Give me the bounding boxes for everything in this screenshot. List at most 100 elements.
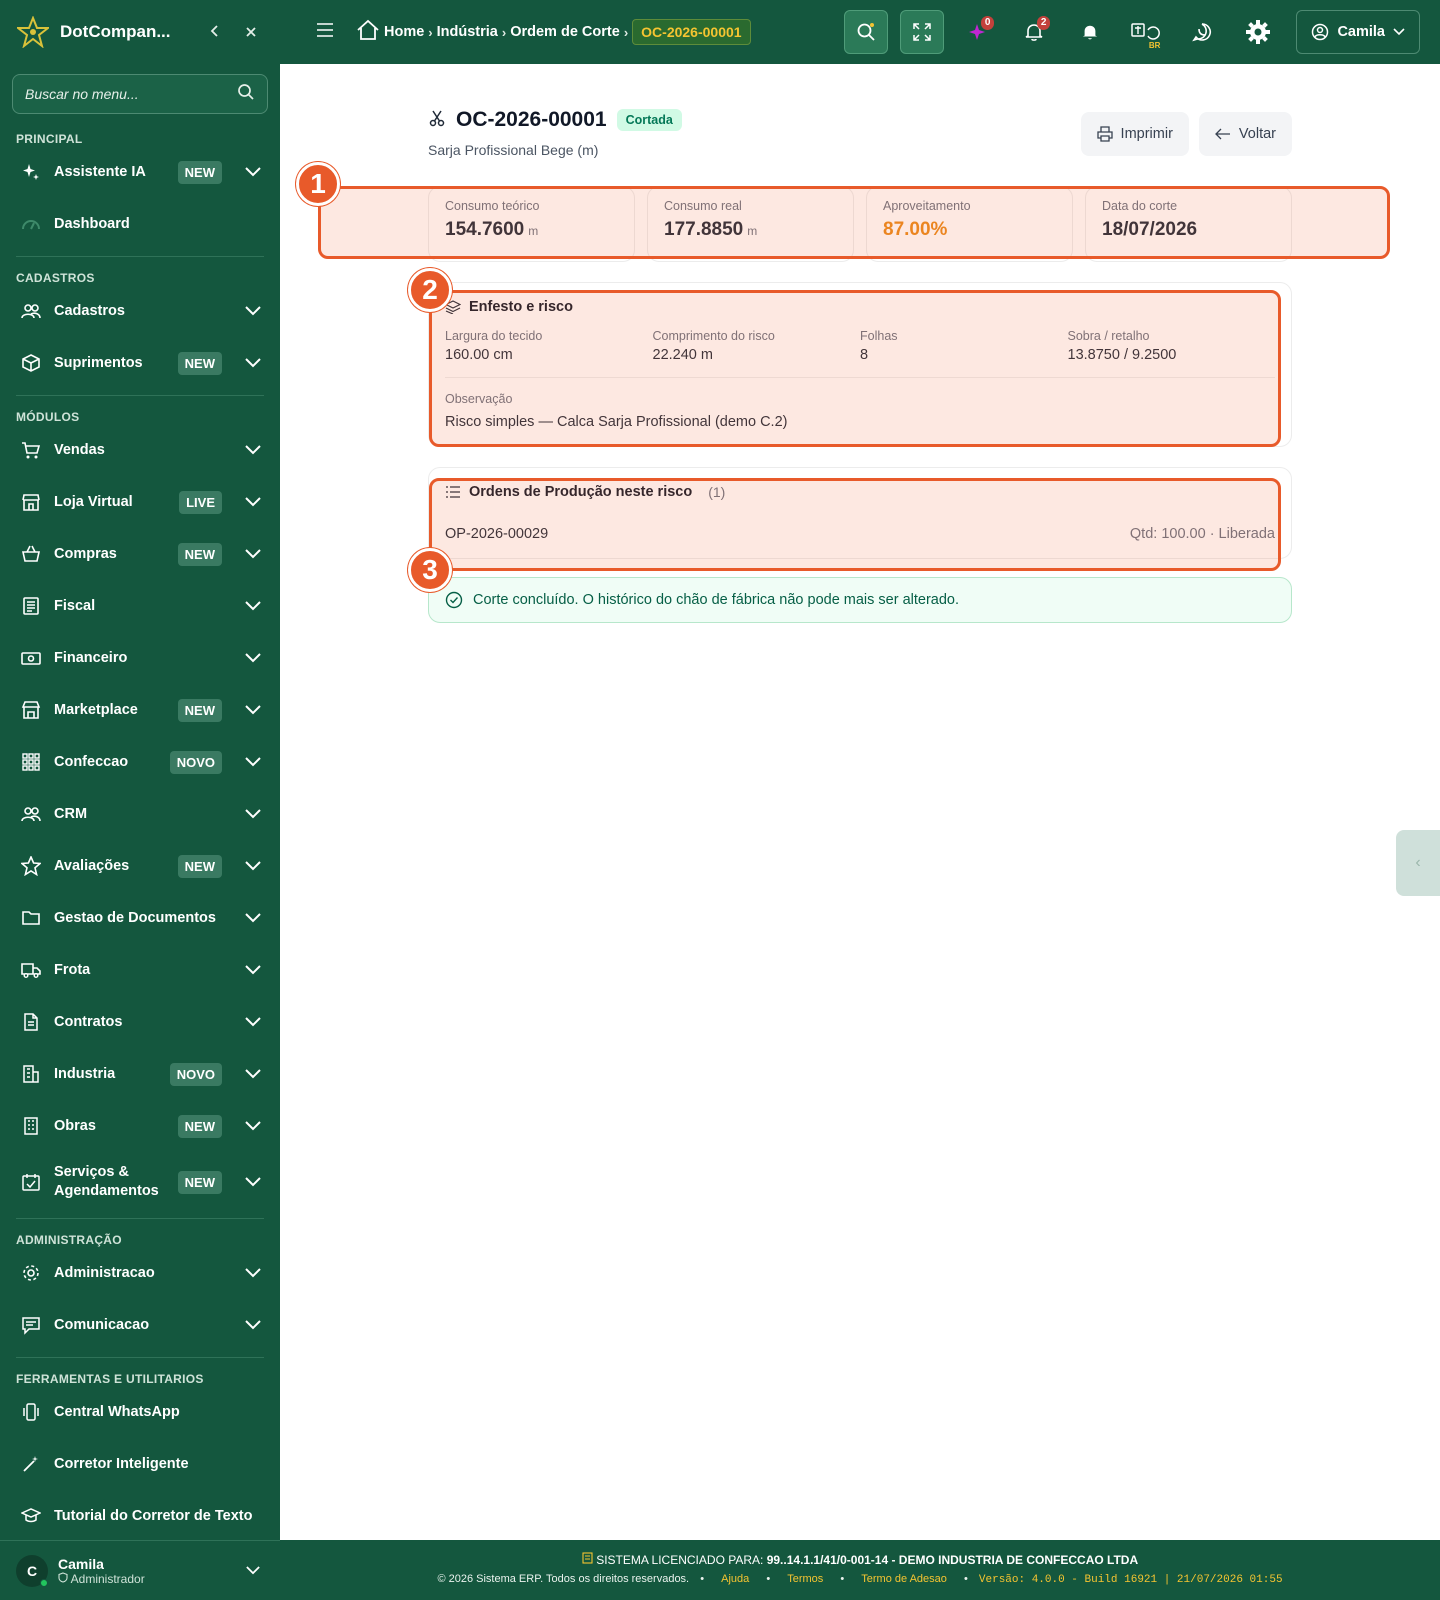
sidebar-header: DotCompan... xyxy=(0,0,280,64)
chevron-down-icon[interactable] xyxy=(242,1314,264,1336)
chevron-down-icon[interactable] xyxy=(242,803,264,825)
settings-button[interactable] xyxy=(1236,10,1280,54)
language-code: BR xyxy=(1148,41,1161,50)
footer-link-termo-adesao[interactable]: Termo de Adesao xyxy=(861,1573,947,1585)
close-sidebar-icon[interactable] xyxy=(238,22,264,43)
chevron-down-icon[interactable] xyxy=(242,959,264,981)
chevron-down-icon[interactable] xyxy=(242,647,264,669)
breadcrumb-industria[interactable]: Indústria xyxy=(437,24,498,40)
sidebar-item-compras[interactable]: Compras NEW xyxy=(0,528,280,580)
sidebar-item-tutorial-corretor[interactable]: Tutorial do Corretor de Texto xyxy=(0,1490,280,1542)
sidebar-item-avaliacoes[interactable]: Avaliações NEW xyxy=(0,840,280,892)
user-menu-button[interactable]: Camila xyxy=(1296,10,1420,54)
print-button[interactable]: Imprimir xyxy=(1080,112,1189,156)
sidebar-item-label: Tutorial do Corretor de Texto xyxy=(54,1507,253,1524)
sidebar-item-dashboard[interactable]: Dashboard xyxy=(0,198,280,250)
user-role-label: Administrador xyxy=(70,1571,145,1586)
chevron-down-icon[interactable] xyxy=(242,1262,264,1284)
breadcrumb-ordem-de-corte[interactable]: Ordem de Corte xyxy=(510,24,620,40)
sidebar-item-confeccao[interactable]: Confeccao NOVO xyxy=(0,736,280,788)
sidebar-item-label: Gestao de Documentos xyxy=(54,909,216,926)
chevron-down-icon[interactable] xyxy=(242,1115,264,1137)
chevron-down-icon[interactable] xyxy=(242,595,264,617)
license-holder: 99..14.1.1/41/0-001-14 - DEMO INDUSTRIA … xyxy=(766,1553,1139,1567)
shopping-cart-icon xyxy=(20,439,42,461)
hamburger-menu-icon[interactable] xyxy=(316,22,334,42)
user-name: Camila xyxy=(58,1555,104,1572)
home-icon[interactable] xyxy=(356,19,380,45)
chevron-down-icon[interactable] xyxy=(242,352,264,374)
search-icon[interactable] xyxy=(237,83,255,106)
ai-assistant-button[interactable]: 0 xyxy=(956,10,1000,54)
sidebar-item-suprimentos[interactable]: Suprimentos NEW xyxy=(0,337,280,389)
live-badge: LIVE xyxy=(179,490,222,514)
sidebar-user[interactable]: C Camila Administrador xyxy=(0,1540,280,1600)
main-content: OC-2026-00001 Cortada Sarja Profissional… xyxy=(280,64,1440,1540)
chevron-down-icon[interactable] xyxy=(242,1011,264,1033)
sidebar-item-corretor-inteligente[interactable]: Corretor Inteligente xyxy=(0,1438,280,1490)
footer-link-termos[interactable]: Termos xyxy=(787,1573,823,1585)
sidebar-item-label: Industria xyxy=(54,1065,116,1082)
menu-search-input[interactable] xyxy=(25,86,237,102)
chevron-down-icon[interactable] xyxy=(242,1171,264,1193)
chevron-down-icon[interactable] xyxy=(242,1063,264,1085)
gear-icon xyxy=(20,1262,42,1284)
shield-icon xyxy=(58,1571,68,1583)
sidebar-item-marketplace[interactable]: Marketplace NEW xyxy=(0,684,280,736)
license-prefix: SISTEMA LICENCIADO PARA: xyxy=(596,1553,764,1567)
global-search-button[interactable] xyxy=(844,10,889,54)
avatar: C xyxy=(16,1554,48,1587)
breadcrumb: Home › Indústria › Ordem de Corte › OC-2… xyxy=(356,19,751,45)
sidebar-item-comunicacao[interactable]: Comunicacao xyxy=(0,1299,280,1351)
footer-link-ajuda[interactable]: Ajuda xyxy=(721,1573,749,1585)
sidebar-item-cadastros[interactable]: Cadastros xyxy=(0,285,280,337)
novo-badge: NOVO xyxy=(169,750,222,774)
building-icon xyxy=(20,1115,42,1137)
new-badge: NEW xyxy=(177,351,222,375)
chevron-down-icon[interactable] xyxy=(242,699,264,721)
sidebar-item-administracao[interactable]: Administracao xyxy=(0,1247,280,1299)
sidebar-item-contratos[interactable]: Contratos xyxy=(0,996,280,1048)
chevron-down-icon[interactable] xyxy=(242,907,264,929)
chevron-down-icon[interactable] xyxy=(242,491,264,513)
sidebar-item-assistente-ia[interactable]: Assistente IA NEW xyxy=(0,146,280,198)
new-badge: NEW xyxy=(177,1114,222,1138)
alerts-button[interactable] xyxy=(1068,10,1112,54)
fullscreen-button[interactable] xyxy=(900,10,945,54)
phone-vibrate-icon xyxy=(20,1401,42,1423)
chevron-down-icon[interactable] xyxy=(242,300,264,322)
section-title-modulos: MÓDULOS xyxy=(16,410,80,424)
notifications-button[interactable]: 2 xyxy=(1012,10,1056,54)
collapse-sidebar-chevron-left-icon[interactable] xyxy=(202,22,228,43)
sidebar-item-label: Loja Virtual xyxy=(54,493,133,510)
gear-icon xyxy=(1246,20,1271,44)
chevron-left-icon: ‹ xyxy=(1415,854,1421,871)
sidebar-item-label: Obras xyxy=(54,1117,96,1134)
separator-dot: • xyxy=(840,1573,845,1585)
chevron-down-icon[interactable] xyxy=(242,1560,264,1582)
chevron-down-icon[interactable] xyxy=(242,751,264,773)
language-button[interactable]: BR xyxy=(1124,10,1168,54)
sidebar-item-loja-virtual[interactable]: Loja Virtual LIVE xyxy=(0,476,280,528)
chevron-down-icon[interactable] xyxy=(242,161,264,183)
sidebar-item-gestao-documentos[interactable]: Gestao de Documentos xyxy=(0,892,280,944)
graduation-cap-icon xyxy=(20,1505,42,1527)
sidebar-item-frota[interactable]: Frota xyxy=(0,944,280,996)
sidebar-item-financeiro[interactable]: Financeiro xyxy=(0,632,280,684)
search-icon xyxy=(858,23,876,41)
section-title-principal: PRINCIPAL xyxy=(16,132,83,146)
back-button[interactable]: Voltar xyxy=(1198,112,1292,156)
whatsapp-button[interactable] xyxy=(1180,10,1224,54)
sidebar-item-servicos-agendamentos[interactable]: Serviços & Agendamentos NEW xyxy=(0,1152,280,1212)
sidebar-item-industria[interactable]: Industria NOVO xyxy=(0,1048,280,1100)
chevron-down-icon[interactable] xyxy=(242,543,264,565)
sidebar-item-central-whatsapp[interactable]: Central WhatsApp xyxy=(0,1386,280,1438)
breadcrumb-home[interactable]: Home xyxy=(384,24,424,40)
sidebar-item-fiscal[interactable]: Fiscal xyxy=(0,580,280,632)
chevron-down-icon[interactable] xyxy=(242,855,264,877)
sidebar-item-obras[interactable]: Obras NEW xyxy=(0,1100,280,1152)
sidebar-item-vendas[interactable]: Vendas xyxy=(0,424,280,476)
sidebar-item-crm[interactable]: CRM xyxy=(0,788,280,840)
chevron-down-icon[interactable] xyxy=(242,439,264,461)
side-panel-toggle[interactable]: ‹ xyxy=(1396,830,1440,896)
